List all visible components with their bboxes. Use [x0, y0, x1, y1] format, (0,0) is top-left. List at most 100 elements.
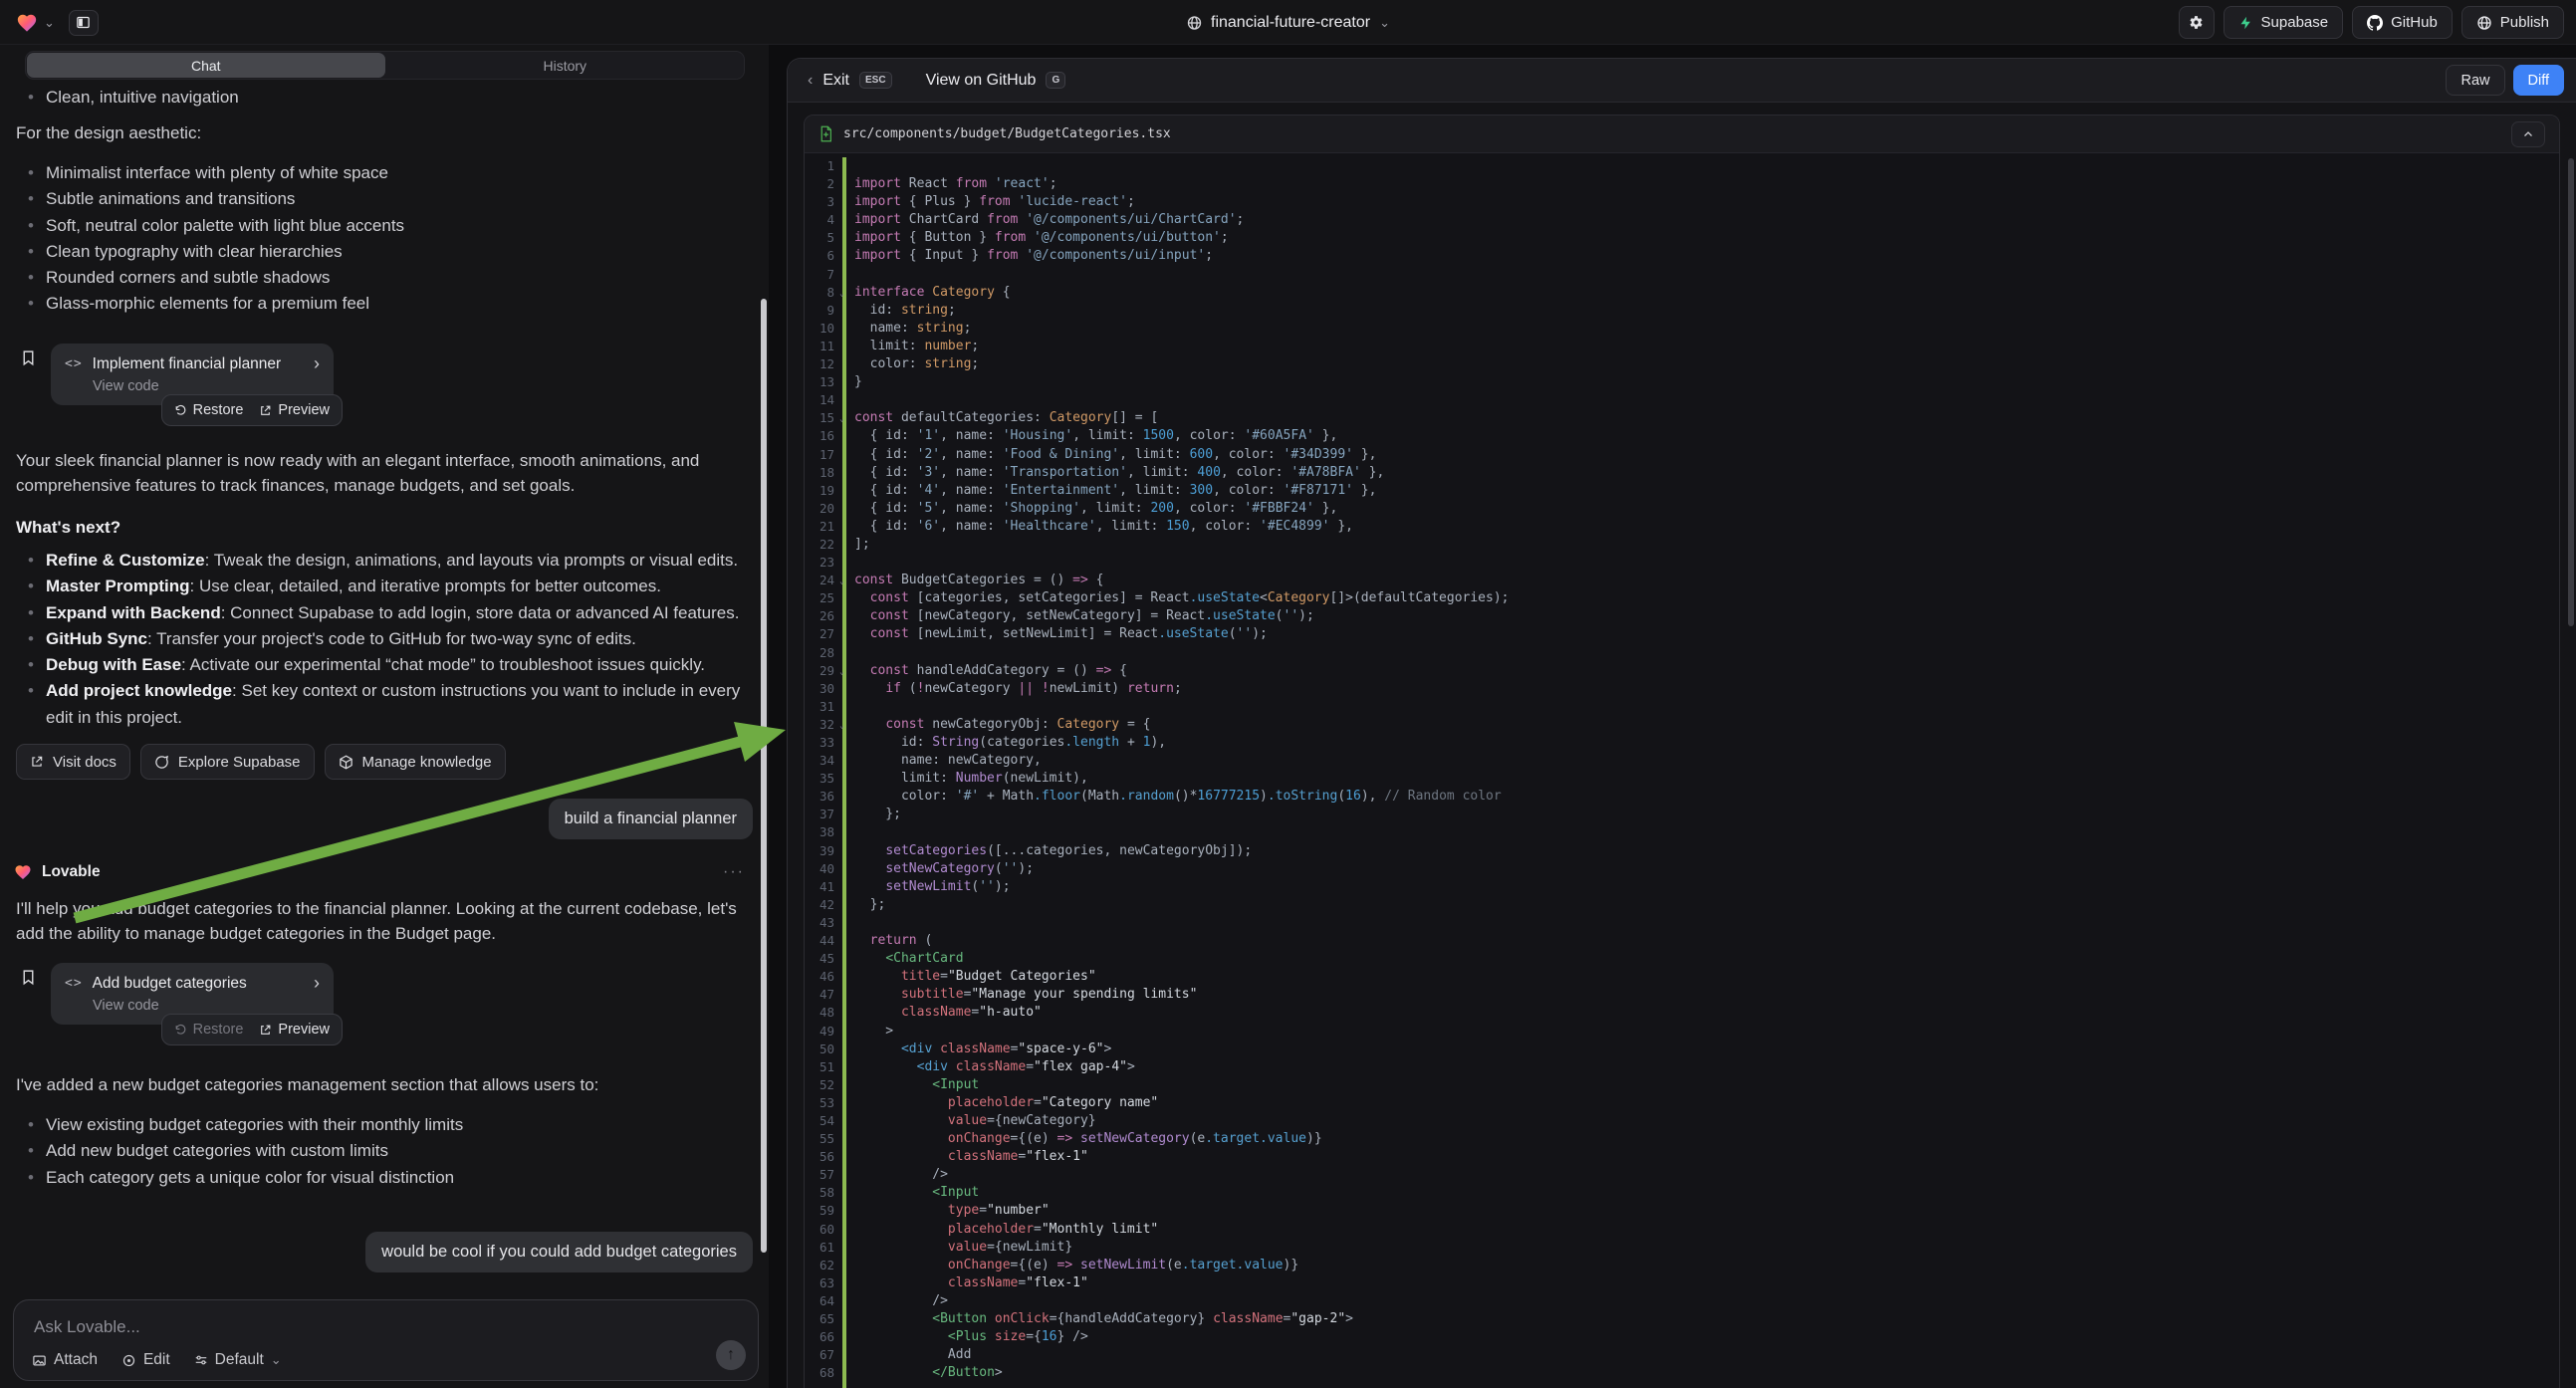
fold-chevron-icon[interactable]: ⌄	[839, 285, 844, 303]
chat-scrollbar[interactable]	[761, 299, 767, 1253]
code-line: 6import { Input } from '@/components/ui/…	[805, 247, 2559, 265]
github-icon	[2367, 15, 2383, 31]
code-line: 32⌄ const newCategoryObj: Category = {	[805, 716, 2559, 734]
code-scrollbar[interactable]	[2568, 158, 2574, 626]
whats-next-list: Refine & Customize: Tweak the design, an…	[16, 548, 753, 731]
code-line: 2import React from 'react';	[805, 175, 2559, 193]
code-line: 12 color: string;	[805, 355, 2559, 373]
external-link-icon	[259, 1024, 272, 1037]
sidebar-toggle-button[interactable]	[69, 10, 99, 36]
restore-button[interactable]: Restore	[174, 402, 244, 418]
project-switcher[interactable]: financial-future-creator ⌄	[1186, 0, 1390, 45]
tab-history[interactable]: History	[386, 52, 745, 79]
bookmark-icon[interactable]	[20, 349, 37, 366]
code-line: 33 id: String(categories.length + 1),	[805, 734, 2559, 752]
tab-chat[interactable]: Chat	[27, 53, 385, 78]
panel-left-icon	[76, 15, 91, 30]
publish-button[interactable]: Publish	[2461, 6, 2564, 39]
list-item: GitHub Sync: Transfer your project's cod…	[16, 626, 753, 652]
version-card-add-budget-categories[interactable]: <> Add budget categories › View code Res…	[51, 963, 334, 1025]
version-card-implement-financial-planner[interactable]: <> Implement financial planner › View co…	[51, 344, 334, 405]
explore-supabase-button[interactable]: Explore Supabase	[140, 744, 315, 780]
lovable-heart-icon	[14, 863, 32, 881]
esc-key-badge: ESC	[859, 72, 892, 89]
preview-button[interactable]: Preview	[259, 1022, 330, 1038]
fold-chevron-icon[interactable]: ⌄	[839, 717, 844, 735]
code-line: 16 { id: '1', name: 'Housing', limit: 15…	[805, 427, 2559, 445]
attach-button[interactable]: Attach	[32, 1351, 98, 1369]
chevron-down-icon: ⌄	[271, 1352, 282, 1368]
external-link-icon	[30, 755, 44, 769]
fold-chevron-icon[interactable]: ⌄	[839, 663, 844, 681]
file-header[interactable]: src/components/budget/BudgetCategories.t…	[805, 116, 2559, 153]
code-line: 3import { Plus } from 'lucide-react';	[805, 193, 2559, 211]
code-line: 57 />	[805, 1166, 2559, 1184]
visit-docs-button[interactable]: Visit docs	[16, 744, 130, 780]
code-icon: <>	[65, 356, 83, 371]
raw-toggle-button[interactable]: Raw	[2446, 65, 2504, 96]
code-editor[interactable]: 12import React from 'react';3import { Pl…	[805, 153, 2559, 1388]
list-item: Add new budget categories with custom li…	[16, 1138, 729, 1164]
code-line: 67 Add	[805, 1346, 2559, 1364]
chevron-down-icon[interactable]: ⌄	[44, 15, 55, 31]
settings-button[interactable]	[2179, 6, 2215, 39]
list-item: View existing budget categories with the…	[16, 1112, 729, 1138]
fold-chevron-icon[interactable]: ⌄	[839, 573, 844, 590]
view-code-link[interactable]: View code	[93, 378, 320, 394]
exit-button[interactable]: Exit	[822, 72, 849, 90]
attach-image-icon	[32, 1353, 47, 1368]
code-line: 39 setCategories([...categories, newCate…	[805, 842, 2559, 860]
project-name: financial-future-creator	[1211, 14, 1370, 32]
chevron-down-icon: ⌄	[1379, 15, 1390, 31]
fold-chevron-icon[interactable]: ⌄	[839, 410, 844, 428]
restore-button[interactable]: Restore	[174, 1022, 244, 1038]
list-item: Glass-morphic elements for a premium fee…	[16, 291, 729, 317]
code-line: 14	[805, 391, 2559, 409]
globe-icon	[2476, 15, 2492, 31]
send-button[interactable]: ↑	[716, 1340, 746, 1370]
diff-added-gutter-bar	[842, 157, 846, 1388]
code-view-header: ‹ Exit ESC View on GitHub G Raw Diff	[788, 59, 2576, 103]
message-menu-button[interactable]: ···	[723, 863, 745, 881]
code-line: 21 { id: '6', name: 'Healthcare', limit:…	[805, 518, 2559, 536]
list-item: Clean, intuitive navigation	[16, 85, 729, 111]
view-code-link[interactable]: View code	[93, 998, 320, 1014]
code-line: 54 value={newCategory}	[805, 1112, 2559, 1130]
view-on-github-link[interactable]: View on GitHub	[926, 72, 1037, 90]
code-line: 65 <Button onClick={handleAddCategory} c…	[805, 1310, 2559, 1328]
collapse-file-button[interactable]	[2511, 121, 2545, 147]
code-line: 45 <ChartCard	[805, 950, 2559, 968]
code-line: 49 >	[805, 1023, 2559, 1041]
assistant-header: Lovable ···	[14, 863, 745, 881]
assistant-text: I've added a new budget categories manag…	[16, 1072, 753, 1097]
code-line: 43	[805, 914, 2559, 932]
bookmark-icon[interactable]	[20, 969, 37, 986]
code-line: 60 placeholder="Monthly limit"	[805, 1221, 2559, 1239]
code-line: 11 limit: number;	[805, 338, 2559, 355]
list-item: Rounded corners and subtle shadows	[16, 265, 729, 291]
code-line: 1	[805, 157, 2559, 175]
code-line: 8⌄interface Category {	[805, 284, 2559, 302]
edit-button[interactable]: Edit	[121, 1351, 170, 1369]
code-line: 36 color: '#' + Math.floor(Math.random()…	[805, 788, 2559, 806]
code-line: 47 subtitle="Manage your spending limits…	[805, 986, 2559, 1004]
prompt-placeholder: Ask Lovable...	[34, 1317, 140, 1337]
code-line: 53 placeholder="Category name"	[805, 1094, 2559, 1112]
code-line: 26 const [newCategory, setNewCategory] =…	[805, 607, 2559, 625]
preview-button[interactable]: Preview	[259, 402, 330, 418]
restore-icon	[174, 1024, 187, 1037]
gear-icon	[2188, 14, 2205, 31]
manage-knowledge-button[interactable]: Manage knowledge	[325, 744, 506, 780]
supabase-button[interactable]: Supabase	[2224, 6, 2344, 39]
code-line: 5import { Button } from '@/components/ui…	[805, 229, 2559, 247]
diff-toggle-button[interactable]: Diff	[2513, 65, 2565, 96]
github-button[interactable]: GitHub	[2352, 6, 2453, 39]
list-item: Each category gets a unique color for vi…	[16, 1165, 729, 1191]
version-card-title: Implement financial planner	[93, 355, 282, 373]
code-view-panel: ‹ Exit ESC View on GitHub G Raw Diff src…	[787, 58, 2576, 1388]
prompt-input-box[interactable]: Ask Lovable... Attach Edit	[13, 1299, 759, 1381]
code-icon: <>	[65, 976, 83, 991]
mode-selector[interactable]: Default ⌄	[194, 1351, 282, 1369]
lovable-logo-heart-icon[interactable]	[16, 12, 38, 34]
list-item: Clean typography with clear hierarchies	[16, 239, 729, 265]
